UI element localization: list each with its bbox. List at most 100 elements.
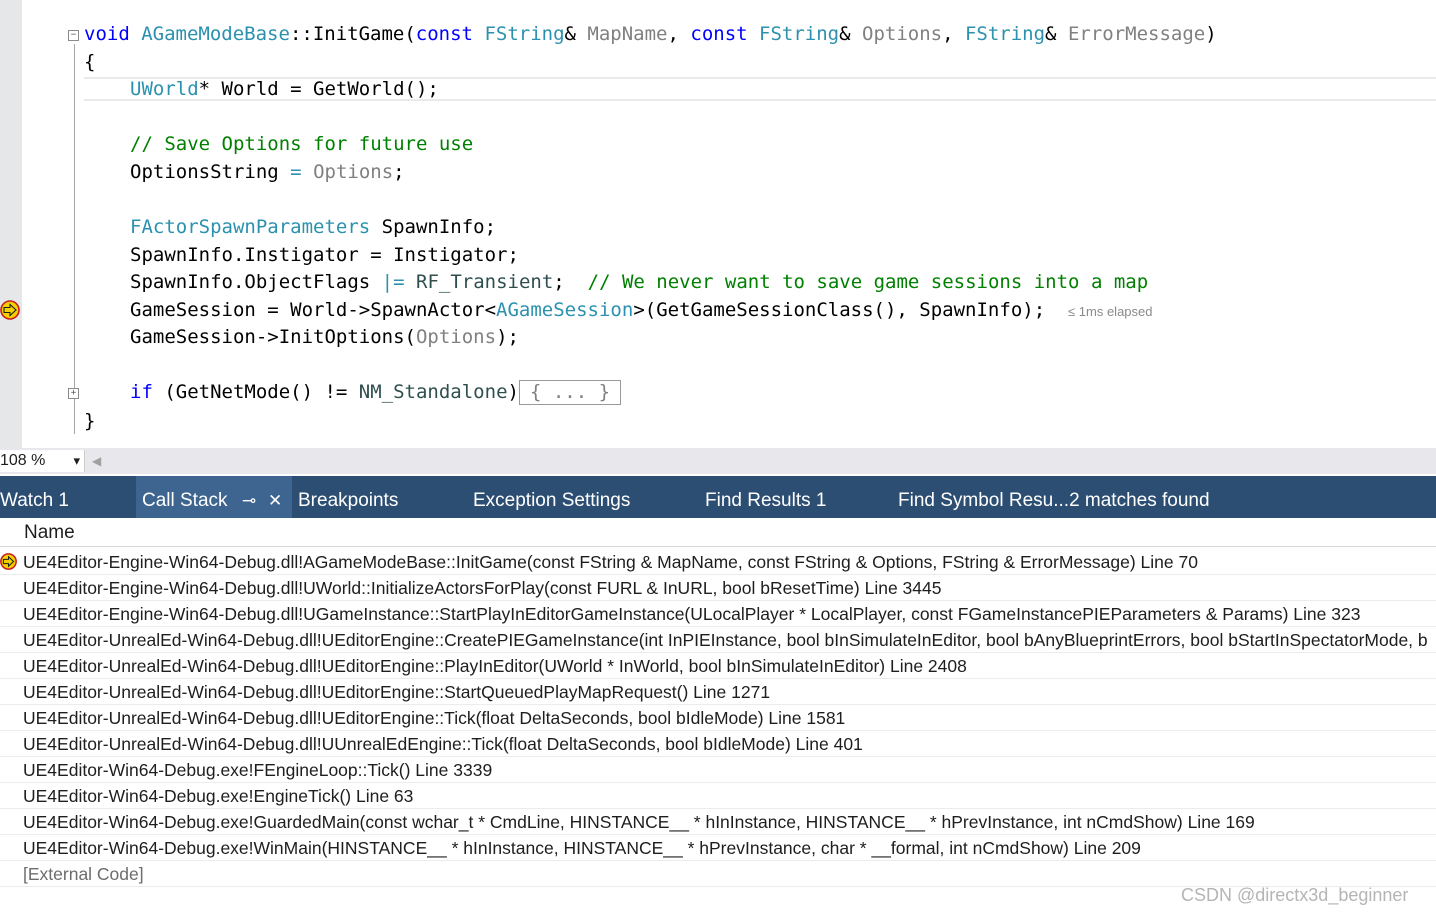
- stack-frame-row[interactable]: UE4Editor-Engine-Win64-Debug.dll!UGameIn…: [0, 601, 1436, 627]
- stack-frame-text: UE4Editor-UnrealEd-Win64-Debug.dll!UEdit…: [23, 630, 1428, 650]
- outline-fold-line: [74, 44, 75, 434]
- type-name: FString: [759, 23, 840, 45]
- stack-frame-text: UE4Editor-Win64-Debug.exe!EngineTick() L…: [23, 786, 414, 806]
- code-line-getworld[interactable]: UWorld* World = GetWorld();: [130, 76, 439, 103]
- tab-find-symbol-results[interactable]: Find Symbol Resu...2 matches found: [898, 476, 1210, 518]
- tool-window-tabs: Watch 1 Call Stack ⊸ ✕ Breakpoints Excep…: [0, 476, 1436, 518]
- code-text: );: [496, 326, 519, 348]
- keyword: const: [415, 23, 473, 45]
- type-name: FString: [484, 23, 565, 45]
- stack-frame-row[interactable]: UE4Editor-Win64-Debug.exe!FEngineLoop::T…: [0, 757, 1436, 783]
- code-line-object-flags[interactable]: SpawnInfo.ObjectFlags |= RF_Transient; /…: [130, 269, 1148, 296]
- keyword: const: [690, 23, 748, 45]
- stack-frame-row[interactable]: UE4Editor-UnrealEd-Win64-Debug.dll!UEdit…: [0, 653, 1436, 679]
- tab-find-results-1[interactable]: Find Results 1: [705, 476, 826, 518]
- stack-frame-row[interactable]: UE4Editor-UnrealEd-Win64-Debug.dll!UEdit…: [0, 679, 1436, 705]
- param-name: ErrorMessage: [1067, 23, 1206, 45]
- param-name: Options: [862, 23, 943, 45]
- pin-icon[interactable]: ⊸: [242, 476, 256, 518]
- tab-breakpoints[interactable]: Breakpoints: [298, 476, 398, 518]
- current-frame-arrow-icon: [0, 553, 17, 570]
- stack-frame-row[interactable]: UE4Editor-Win64-Debug.exe!EngineTick() L…: [0, 783, 1436, 809]
- code-text: ): [1205, 23, 1217, 45]
- operator: |=: [381, 271, 405, 293]
- collapse-toggle-icon[interactable]: −: [68, 30, 79, 41]
- code-text: &: [1045, 23, 1068, 45]
- stack-frame-row[interactable]: UE4Editor-UnrealEd-Win64-Debug.dll!UEdit…: [0, 627, 1436, 653]
- keyword: void: [84, 23, 130, 45]
- type-name: FString: [964, 23, 1046, 45]
- stack-frame-text: UE4Editor-Win64-Debug.exe!FEngineLoop::T…: [23, 760, 493, 780]
- code-line-spawninfo-decl[interactable]: FActorSpawnParameters SpawnInfo;: [130, 214, 496, 241]
- code-line-if-netmode[interactable]: if (GetNetMode() != NM_Standalone){ ... …: [130, 379, 622, 406]
- code-text: OptionsString: [130, 161, 291, 183]
- stack-frame-text: UE4Editor-Engine-Win64-Debug.dll!UGameIn…: [23, 604, 1361, 624]
- current-statement-arrow-icon[interactable]: [0, 300, 20, 320]
- perf-tip-elapsed[interactable]: ≤ 1ms elapsed: [1068, 304, 1152, 319]
- stack-frame-row[interactable]: UE4Editor-Engine-Win64-Debug.dll!UWorld:…: [0, 575, 1436, 601]
- stack-frame-text: UE4Editor-Engine-Win64-Debug.dll!AGameMo…: [23, 552, 1198, 572]
- param-name: MapName: [587, 23, 668, 45]
- code-line-options-string[interactable]: OptionsString = Options;: [130, 159, 405, 186]
- breakpoint-gutter[interactable]: [0, 0, 22, 448]
- stack-frame-row[interactable]: UE4Editor-UnrealEd-Win64-Debug.dll!UUnre…: [0, 731, 1436, 757]
- column-name-label: Name: [24, 522, 75, 543]
- stack-frame-text: UE4Editor-Engine-Win64-Debug.dll!UWorld:…: [23, 578, 942, 598]
- code-text: (GetNetMode() !=: [152, 381, 359, 403]
- code-line-signature[interactable]: void AGameModeBase::InitGame(const FStri…: [84, 21, 1217, 48]
- code-text: &: [564, 23, 588, 45]
- code-text: ,: [942, 23, 965, 45]
- operator: =: [290, 161, 302, 183]
- zoom-select[interactable]: 108 % ▾: [0, 450, 85, 472]
- code-text: ): [507, 381, 519, 403]
- param-name: Options: [415, 326, 497, 348]
- code-comment[interactable]: // Save Options for future use: [130, 131, 473, 158]
- stack-frame-row[interactable]: UE4Editor-Win64-Debug.exe!GuardedMain(co…: [0, 809, 1436, 835]
- code-text: ;: [553, 271, 588, 293]
- code-line-init-options[interactable]: GameSession->InitOptions(Options);: [130, 324, 519, 351]
- stack-frame-row[interactable]: UE4Editor-Engine-Win64-Debug.dll!AGameMo…: [0, 549, 1436, 575]
- code-text: GameSession = World->SpawnActor<: [130, 299, 497, 321]
- enum-value: RF_Transient: [416, 271, 554, 293]
- code-line-open-brace[interactable]: {: [84, 49, 95, 76]
- tab-watch-1[interactable]: Watch 1: [0, 476, 69, 518]
- scroll-left-icon[interactable]: ◀: [92, 454, 101, 468]
- expand-toggle-icon[interactable]: +: [68, 388, 79, 399]
- function-name: InitGame(: [312, 23, 416, 45]
- code-text: SpawnInfo.ObjectFlags: [130, 271, 382, 293]
- code-line-spawn-actor[interactable]: GameSession = World->SpawnActor<AGameSes…: [130, 297, 1153, 324]
- code-text: >(GetGameSessionClass(), SpawnInfo);: [633, 299, 1046, 321]
- close-icon[interactable]: ✕: [268, 476, 282, 518]
- editor-status-strip: 108 % ▾ ◀: [0, 448, 1436, 474]
- type-name: UWorld: [130, 78, 199, 100]
- chevron-down-icon[interactable]: ▾: [73, 450, 80, 472]
- watermark: CSDN @directx3d_beginner: [1181, 885, 1409, 905]
- column-header[interactable]: Name: [0, 518, 1436, 547]
- type-name: FActorSpawnParameters: [130, 216, 371, 238]
- stack-frame-text: [External Code]: [23, 864, 144, 884]
- tab-exception-settings[interactable]: Exception Settings: [473, 476, 630, 518]
- param-name: Options: [313, 161, 394, 183]
- stack-frame-text: UE4Editor-UnrealEd-Win64-Debug.dll!UEdit…: [23, 656, 967, 676]
- stack-frame-text: UE4Editor-Win64-Debug.exe!GuardedMain(co…: [23, 812, 1255, 832]
- code-text: ,: [667, 23, 691, 45]
- stack-frame-text: UE4Editor-UnrealEd-Win64-Debug.dll!UUnre…: [23, 734, 863, 754]
- code-line-close-brace[interactable]: }: [84, 408, 95, 435]
- code-line-instigator[interactable]: SpawnInfo.Instigator = Instigator;: [130, 242, 519, 269]
- code-text: GameSession->InitOptions(: [130, 326, 416, 348]
- type-name: AGameSession: [496, 299, 634, 321]
- code-text: ;: [393, 161, 405, 183]
- code-editor[interactable]: − + void AGameModeBase::InitGame(const F…: [0, 0, 1436, 448]
- stack-frame-row[interactable]: UE4Editor-Win64-Debug.exe!WinMain(HINSTA…: [0, 835, 1436, 861]
- code-comment: // We never want to save game sessions i…: [587, 271, 1149, 293]
- external-code-row[interactable]: [External Code]: [0, 861, 1436, 887]
- collapsed-block[interactable]: { ... }: [518, 380, 622, 405]
- call-stack-panel[interactable]: Name UE4Editor-Engine-Win64-Debug.dll!AG…: [0, 518, 1436, 914]
- zoom-level: 108 %: [0, 452, 46, 469]
- code-text: ::: [289, 23, 313, 45]
- stack-frame-text: UE4Editor-Win64-Debug.exe!WinMain(HINSTA…: [23, 838, 1141, 858]
- stack-frame-row[interactable]: UE4Editor-UnrealEd-Win64-Debug.dll!UEdit…: [0, 705, 1436, 731]
- class-name: AGameModeBase: [141, 23, 290, 45]
